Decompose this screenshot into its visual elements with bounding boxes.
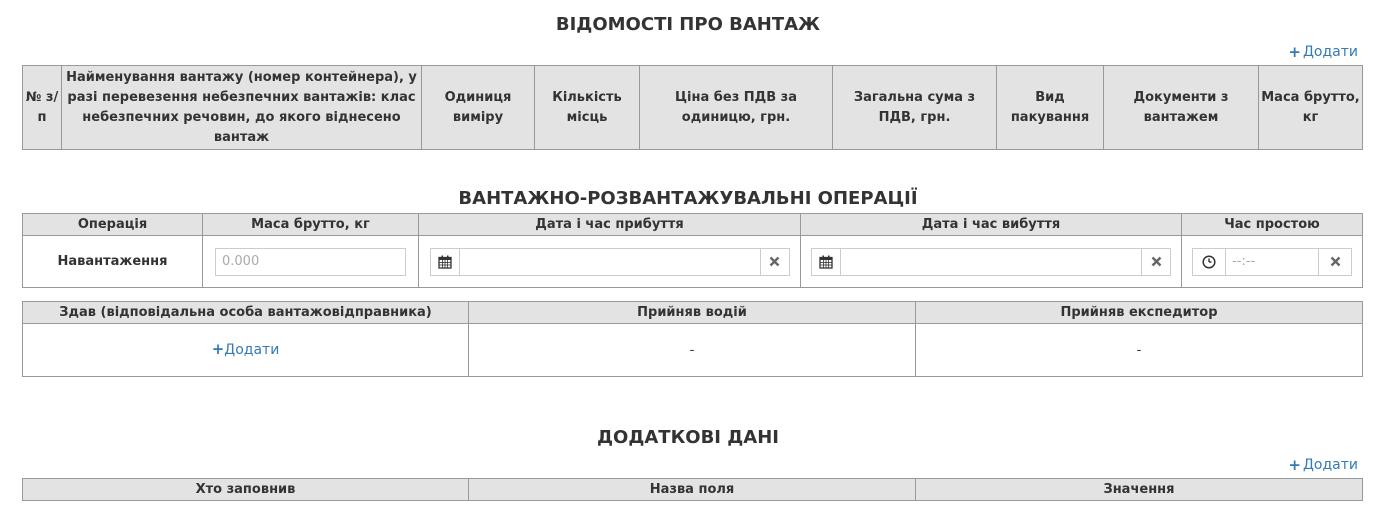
- col-places: Кількість місць: [534, 65, 640, 150]
- col-field-name: Назва поля: [468, 478, 916, 501]
- additional-add-label: Додати: [1302, 457, 1358, 473]
- col-price: Ціна без ПДВ за одиницю, грн.: [639, 65, 833, 150]
- col-departure: Дата і час вибуття: [800, 213, 1182, 236]
- additional-section-title: ДОДАТКОВІ ДАНІ: [597, 427, 779, 448]
- clock-icon: [1202, 254, 1216, 269]
- arrival-datetime-field: [429, 247, 790, 276]
- col-forwarder: Прийняв експедитор: [915, 301, 1363, 324]
- clear-icon: [769, 256, 780, 267]
- departure-datetime-field: [811, 247, 1171, 276]
- forwarder-value: -: [1136, 342, 1142, 358]
- downtime-input[interactable]: --:--: [1226, 249, 1318, 275]
- driver-value: -: [689, 342, 695, 358]
- col-gross-mass: Маса брутто, кг: [1258, 65, 1363, 150]
- cargo-table: № з/п Найменування вантажу (номер контей…: [22, 65, 1363, 150]
- downtime-clock-button[interactable]: [1193, 248, 1226, 275]
- downtime-placeholder: --:--: [1232, 254, 1256, 269]
- downtime-clear-button[interactable]: [1318, 248, 1351, 275]
- mass-input[interactable]: 0.000: [215, 247, 406, 276]
- plus-icon: +: [1288, 455, 1301, 474]
- signature-add-label: Додати: [224, 342, 280, 358]
- operation-name: Навантаження: [57, 254, 168, 269]
- departure-calendar-button[interactable]: [812, 248, 841, 275]
- arrival-clear-button[interactable]: [759, 248, 789, 275]
- calendar-icon: [819, 255, 833, 269]
- signatures-table: Здав (відповідальна особа вантажовідправ…: [22, 301, 1363, 377]
- col-handed-over: Здав (відповідальна особа вантажовідправ…: [22, 301, 469, 324]
- col-op-mass: Маса брутто, кг: [202, 213, 419, 236]
- operations-table: Операція Маса брутто, кг Дата і час приб…: [22, 213, 1363, 288]
- col-downtime: Час простою: [1181, 213, 1363, 236]
- additional-table: Хто заповнив Назва поля Значення: [22, 478, 1363, 501]
- col-filled-by: Хто заповнив: [22, 478, 469, 501]
- col-unit: Одиниця виміру: [421, 65, 535, 150]
- cargo-add-button[interactable]: + Додати: [1288, 44, 1358, 60]
- col-documents: Документи з вантажем: [1103, 65, 1259, 150]
- col-total: Загальна сума з ПДВ, грн.: [832, 65, 997, 150]
- arrival-datetime-input[interactable]: [460, 249, 760, 275]
- additional-add-button[interactable]: + Додати: [1288, 457, 1358, 473]
- signature-add-button[interactable]: +Додати: [211, 340, 280, 359]
- col-arrival: Дата і час прибуття: [418, 213, 801, 236]
- col-value: Значення: [915, 478, 1363, 501]
- col-packaging: Вид пакування: [996, 65, 1104, 150]
- clear-icon: [1151, 256, 1161, 267]
- cargo-add-label: Додати: [1302, 44, 1358, 60]
- mass-placeholder: 0.000: [222, 254, 260, 269]
- plus-icon: +: [211, 340, 225, 358]
- col-number: № з/п: [22, 65, 62, 150]
- operations-section-title: ВАНТАЖНО-РОЗВАНТАЖУВАЛЬНІ ОПЕРАЦІЇ: [458, 188, 918, 209]
- calendar-icon: [437, 255, 452, 269]
- departure-clear-button[interactable]: [1141, 248, 1170, 275]
- arrival-calendar-button[interactable]: [430, 248, 460, 275]
- table-row: Навантаження 0.000 --:--: [22, 235, 1363, 288]
- downtime-field: --:--: [1192, 247, 1352, 276]
- departure-datetime-input[interactable]: [841, 249, 1141, 275]
- table-row: +Додати - -: [22, 323, 1363, 377]
- plus-icon: +: [1288, 42, 1301, 61]
- clear-icon: [1330, 256, 1340, 267]
- cargo-section-title: ВІДОМОСТІ ПРО ВАНТАЖ: [555, 14, 821, 35]
- col-operation: Операція: [22, 213, 203, 236]
- col-driver: Прийняв водій: [468, 301, 916, 324]
- col-cargo-name: Найменування вантажу (номер контейнера),…: [61, 65, 422, 150]
